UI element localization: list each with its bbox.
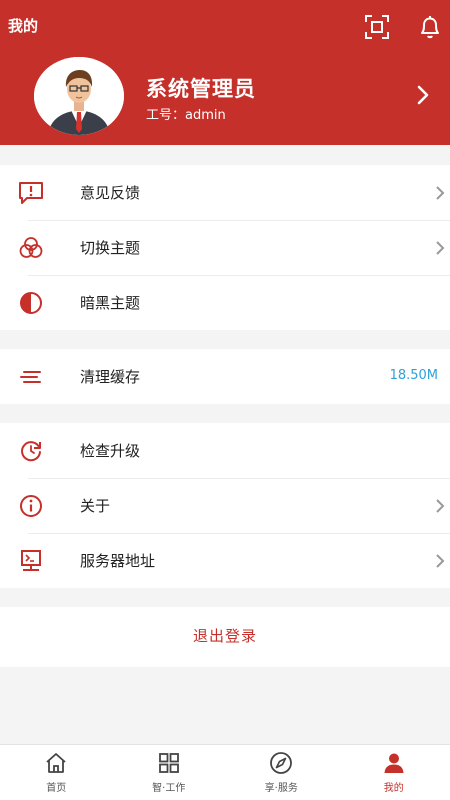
menu-item-check-upgrade[interactable]: 检查升级	[0, 423, 450, 478]
menu-group-cache: 清理缓存 18.50M	[0, 349, 450, 404]
tab-label-work: 智·工作	[152, 783, 186, 794]
tab-service[interactable]: 享·服务	[225, 745, 338, 800]
compass-icon	[270, 752, 293, 774]
chevron-right-icon	[436, 499, 445, 513]
home-icon	[46, 753, 66, 773]
tab-work[interactable]: 智·工作	[113, 745, 226, 800]
tab-label-mine: 我的	[383, 783, 404, 794]
menu-label-server-address: 服务器地址	[80, 552, 156, 570]
avatar[interactable]	[34, 57, 124, 135]
cache-size-value: 18.50M	[389, 368, 438, 383]
feedback-icon	[19, 182, 43, 204]
menu-group-system: 检查升级 关于 服务器地址	[0, 423, 450, 588]
profile-name: 系统管理员	[146, 77, 256, 101]
menu-label-check-upgrade: 检查升级	[80, 442, 141, 460]
clear-lines-icon	[20, 371, 41, 383]
chevron-right-icon	[436, 241, 445, 255]
server-monitor-icon	[21, 550, 41, 571]
menu-label-feedback: 意见反馈	[80, 184, 141, 202]
scan-icon[interactable]	[364, 14, 390, 40]
profile-header: 我的 系统管理员 工号：admin	[0, 0, 450, 145]
tab-home[interactable]: 首页	[0, 745, 113, 800]
tab-mine[interactable]: 我的	[338, 745, 450, 800]
menu-label-about: 关于	[80, 497, 111, 515]
tab-label-home: 首页	[46, 783, 67, 794]
half-circle-icon	[20, 292, 42, 314]
profile-id: 工号：admin	[146, 108, 226, 123]
menu-item-dark-theme[interactable]: 暗黑主题	[0, 275, 450, 330]
menu-item-about[interactable]: 关于	[0, 478, 450, 533]
menu-item-server-address[interactable]: 服务器地址	[0, 533, 450, 588]
menu-group-settings: 意见反馈 切换主题 暗黑主题	[0, 165, 450, 330]
chevron-right-icon	[436, 186, 445, 200]
tab-label-service: 享·服务	[264, 783, 298, 794]
theme-circles-icon	[19, 237, 43, 258]
grid-icon	[158, 753, 179, 773]
page-title: 我的	[8, 17, 39, 35]
logout-button[interactable]: 退出登录	[0, 607, 450, 667]
menu-item-clear-cache[interactable]: 清理缓存 18.50M	[0, 349, 450, 404]
user-icon	[384, 753, 404, 773]
bottom-tab-bar: 首页 智·工作 享·服务 我的	[0, 744, 450, 800]
refresh-clock-icon	[21, 441, 41, 462]
menu-label-switch-theme: 切换主题	[80, 239, 141, 257]
menu-label-clear-cache: 清理缓存	[80, 368, 141, 386]
logout-label: 退出登录	[192, 627, 257, 645]
menu-label-dark-theme: 暗黑主题	[80, 294, 141, 312]
menu-item-feedback[interactable]: 意见反馈	[0, 165, 450, 220]
chevron-right-icon	[436, 554, 445, 568]
menu-item-switch-theme[interactable]: 切换主题	[0, 220, 450, 275]
info-icon	[20, 495, 42, 517]
bell-icon[interactable]	[418, 14, 442, 40]
chevron-right-icon[interactable]	[410, 82, 436, 108]
